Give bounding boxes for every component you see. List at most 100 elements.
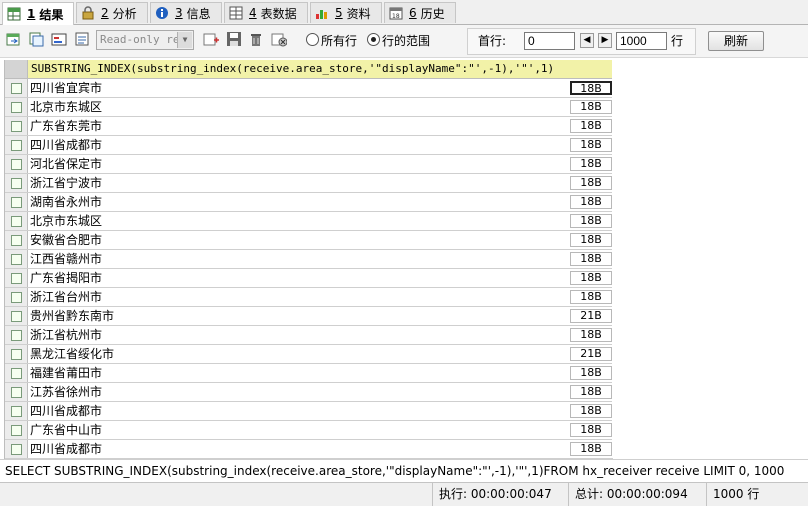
row-select-checkbox[interactable] <box>11 368 22 379</box>
row-select-checkbox[interactable] <box>11 273 22 284</box>
prev-page-icon[interactable]: ◀ <box>580 33 594 48</box>
area-value-cell[interactable]: 广东省中山市 <box>30 421 102 439</box>
next-page-icon[interactable]: ▶ <box>598 33 612 48</box>
table-row[interactable]: 河北省保定市 18B <box>5 155 613 174</box>
row-header[interactable] <box>5 440 28 458</box>
table-row[interactable]: 贵州省黔东南市 21B <box>5 307 613 326</box>
blob-size-cell[interactable]: 21B <box>570 309 612 323</box>
table-row[interactable]: 浙江省杭州市 18B <box>5 326 613 345</box>
table-row[interactable]: 湖南省永州市 18B <box>5 193 613 212</box>
row-select-checkbox[interactable] <box>11 311 22 322</box>
row-header[interactable] <box>5 250 28 268</box>
blob-size-cell[interactable]: 18B <box>570 233 612 247</box>
area-value-cell[interactable]: 江西省赣州市 <box>30 250 102 268</box>
area-value-cell[interactable]: 安徽省合肥市 <box>30 231 102 249</box>
tab-history[interactable]: 18 6 历史 <box>384 2 456 23</box>
blob-size-cell[interactable]: 18B <box>570 214 612 228</box>
row-select-checkbox[interactable] <box>11 140 22 151</box>
row-header[interactable] <box>5 364 28 382</box>
table-row[interactable]: 广东省中山市 18B <box>5 421 613 440</box>
copy-grid-icon[interactable] <box>28 31 44 47</box>
export-icon[interactable] <box>5 31 21 47</box>
row-header[interactable] <box>5 421 28 439</box>
table-row[interactable]: 浙江省宁波市 18B <box>5 174 613 193</box>
blob-size-cell[interactable]: 18B <box>570 385 612 399</box>
area-value-cell[interactable]: 浙江省宁波市 <box>30 174 102 192</box>
row-select-checkbox[interactable] <box>11 197 22 208</box>
table-row[interactable]: 四川省宜宾市 18B <box>5 79 613 98</box>
blob-size-cell[interactable]: 18B <box>570 119 612 133</box>
save-icon[interactable] <box>226 31 242 47</box>
row-select-checkbox[interactable] <box>11 159 22 170</box>
area-value-cell[interactable]: 北京市东城区 <box>30 98 102 116</box>
row-header[interactable] <box>5 155 28 173</box>
row-header[interactable] <box>5 174 28 192</box>
blob-size-cell[interactable]: 18B <box>570 328 612 342</box>
row-header[interactable] <box>5 269 28 287</box>
delete-trash-icon[interactable] <box>248 31 264 47</box>
row-select-checkbox[interactable] <box>11 425 22 436</box>
area-value-cell[interactable]: 浙江省杭州市 <box>30 326 102 344</box>
table-row[interactable]: 福建省莆田市 18B <box>5 364 613 383</box>
table-row[interactable]: 北京市东城区 18B <box>5 98 613 117</box>
table-row[interactable]: 四川省成都市 18B <box>5 402 613 421</box>
blob-size-cell[interactable]: 18B <box>570 290 612 304</box>
row-header[interactable] <box>5 79 28 97</box>
row-select-checkbox[interactable] <box>11 254 22 265</box>
row-header[interactable] <box>5 136 28 154</box>
area-value-cell[interactable]: 浙江省台州市 <box>30 288 102 306</box>
row-select-checkbox[interactable] <box>11 121 22 132</box>
row-select-checkbox[interactable] <box>11 406 22 417</box>
area-value-cell[interactable]: 贵州省黔东南市 <box>30 307 114 325</box>
table-row[interactable]: 黑龙江省绥化市 21B <box>5 345 613 364</box>
area-value-cell[interactable]: 福建省莆田市 <box>30 364 102 382</box>
blob-size-cell[interactable]: 18B <box>570 100 612 114</box>
refresh-button[interactable]: 刷新 <box>708 31 764 51</box>
chevron-down-icon[interactable]: ▼ <box>177 32 192 48</box>
blob-size-cell[interactable]: 18B <box>570 366 612 380</box>
first-row-input[interactable] <box>524 32 575 50</box>
area-value-cell[interactable]: 四川省成都市 <box>30 402 102 420</box>
row-header[interactable] <box>5 345 28 363</box>
tab-table-data[interactable]: 4 表数据 <box>224 2 308 23</box>
table-row[interactable]: 四川省成都市 18B <box>5 136 613 155</box>
blob-size-cell[interactable]: 18B <box>570 176 612 190</box>
row-header[interactable] <box>5 231 28 249</box>
row-range-radio[interactable] <box>367 33 380 46</box>
add-row-icon[interactable] <box>203 31 219 47</box>
tab-info[interactable]: 3 信息 <box>150 2 222 23</box>
table-row[interactable]: 浙江省台州市 18B <box>5 288 613 307</box>
tab-profile[interactable]: 5 资料 <box>310 2 382 23</box>
blob-size-cell[interactable]: 21B <box>570 347 612 361</box>
blob-size-cell[interactable]: 18B <box>570 442 612 456</box>
blob-size-cell[interactable]: 18B <box>570 252 612 266</box>
area-value-cell[interactable]: 四川省宜宾市 <box>30 79 102 97</box>
row-header[interactable] <box>5 193 28 211</box>
tab-analysis[interactable]: 2 分析 <box>76 2 148 23</box>
row-select-checkbox[interactable] <box>11 83 22 94</box>
row-header[interactable] <box>5 117 28 135</box>
area-value-cell[interactable]: 江苏省徐州市 <box>30 383 102 401</box>
row-header[interactable] <box>5 98 28 116</box>
area-value-cell[interactable]: 广东省揭阳市 <box>30 269 102 287</box>
area-value-cell[interactable]: 四川省成都市 <box>30 440 102 458</box>
row-select-checkbox[interactable] <box>11 444 22 455</box>
row-header[interactable] <box>5 212 28 230</box>
blob-size-cell[interactable]: 18B <box>570 271 612 285</box>
cancel-changes-icon[interactable] <box>271 31 288 47</box>
row-header[interactable] <box>5 288 28 306</box>
table-row[interactable]: 江西省赣州市 18B <box>5 250 613 269</box>
area-value-cell[interactable]: 湖南省永州市 <box>30 193 102 211</box>
text-view-icon[interactable] <box>74 31 90 47</box>
readonly-select[interactable]: Read-only res ▼ <box>96 30 194 50</box>
all-rows-radio[interactable] <box>306 33 319 46</box>
row-count-input[interactable] <box>616 32 667 50</box>
column-header[interactable]: SUBSTRING_INDEX(substring_index(receive.… <box>28 60 613 78</box>
blob-size-cell[interactable]: 18B <box>570 195 612 209</box>
area-value-cell[interactable]: 北京市东城区 <box>30 212 102 230</box>
table-row[interactable]: 广东省揭阳市 18B <box>5 269 613 288</box>
row-select-checkbox[interactable] <box>11 235 22 246</box>
area-value-cell[interactable]: 黑龙江省绥化市 <box>30 345 114 363</box>
area-value-cell[interactable]: 河北省保定市 <box>30 155 102 173</box>
area-value-cell[interactable]: 四川省成都市 <box>30 136 102 154</box>
